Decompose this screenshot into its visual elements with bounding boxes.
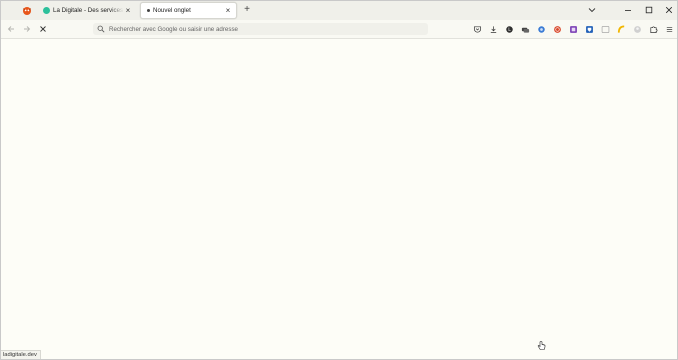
yellow-extension[interactable] [616, 24, 626, 34]
minimize-button[interactable] [622, 4, 634, 16]
purple-ext-icon [569, 25, 577, 33]
multi-account-icon [521, 27, 529, 33]
firefox-view-button[interactable] [19, 5, 35, 17]
browser-window: La Digitale - Des services libres × Nouv… [0, 0, 678, 360]
menu-icon [666, 26, 672, 32]
blue-ext-icon [537, 25, 545, 33]
tab-bar: La Digitale - Des services libres × Nouv… [1, 1, 677, 20]
close-icon [665, 6, 673, 14]
tab-title: La Digitale - Des services libres [53, 7, 124, 14]
fox-extension-icon [23, 7, 31, 15]
pocket-button[interactable] [472, 24, 482, 34]
extensions-button[interactable] [648, 24, 658, 34]
multi-account-extension[interactable] [520, 24, 530, 34]
address-bar[interactable] [93, 23, 428, 35]
page-content [1, 39, 677, 359]
gray-extension[interactable] [600, 24, 610, 34]
tab-ladigitale[interactable]: La Digitale - Des services libres × [39, 2, 136, 19]
minimize-icon [625, 10, 631, 11]
chevron-down-icon [588, 8, 596, 13]
stop-button[interactable] [38, 24, 48, 34]
app-menu-button[interactable] [664, 24, 674, 34]
downloads-button[interactable] [488, 24, 498, 34]
back-arrow-icon [7, 26, 14, 32]
pocket-icon [473, 25, 481, 32]
ublock-extension[interactable] [552, 24, 562, 34]
tab-title: Nouvel onglet [153, 7, 191, 14]
maximize-button[interactable] [643, 4, 655, 16]
account-icon [633, 25, 641, 33]
bitwarden-icon [585, 25, 593, 33]
lastpass-icon: L [505, 25, 513, 33]
maximize-icon [645, 6, 653, 14]
extensions-icon [649, 25, 657, 33]
forward-arrow-icon [24, 26, 31, 32]
new-tab-button[interactable]: + [242, 5, 252, 15]
download-icon [490, 25, 496, 33]
lastpass-extension[interactable]: L [504, 24, 514, 34]
tab-new-tab[interactable]: Nouvel onglet × [140, 2, 237, 19]
account-button[interactable] [632, 24, 642, 34]
search-input[interactable] [109, 25, 409, 33]
blue-extension[interactable] [536, 24, 546, 34]
forward-button[interactable] [22, 24, 32, 34]
gray-ext-icon [601, 25, 609, 33]
list-all-tabs-button[interactable] [587, 5, 597, 15]
back-button[interactable] [6, 24, 16, 34]
yellow-ext-icon [617, 24, 624, 33]
newtab-dot-icon [147, 9, 150, 12]
status-bar: ladigitale.dev [1, 350, 41, 359]
bitwarden-extension[interactable] [584, 24, 594, 34]
purple-extension[interactable] [568, 24, 578, 34]
hand-cursor-icon [537, 341, 546, 350]
tab-close-icon[interactable]: × [124, 6, 132, 15]
ublock-icon [553, 25, 561, 33]
search-icon [97, 25, 105, 33]
ladigitale-favicon [43, 7, 50, 14]
navigation-toolbar: L [1, 20, 677, 39]
close-window-button[interactable] [663, 4, 675, 16]
stop-icon [40, 26, 46, 32]
tab-close-icon[interactable]: × [224, 6, 232, 15]
